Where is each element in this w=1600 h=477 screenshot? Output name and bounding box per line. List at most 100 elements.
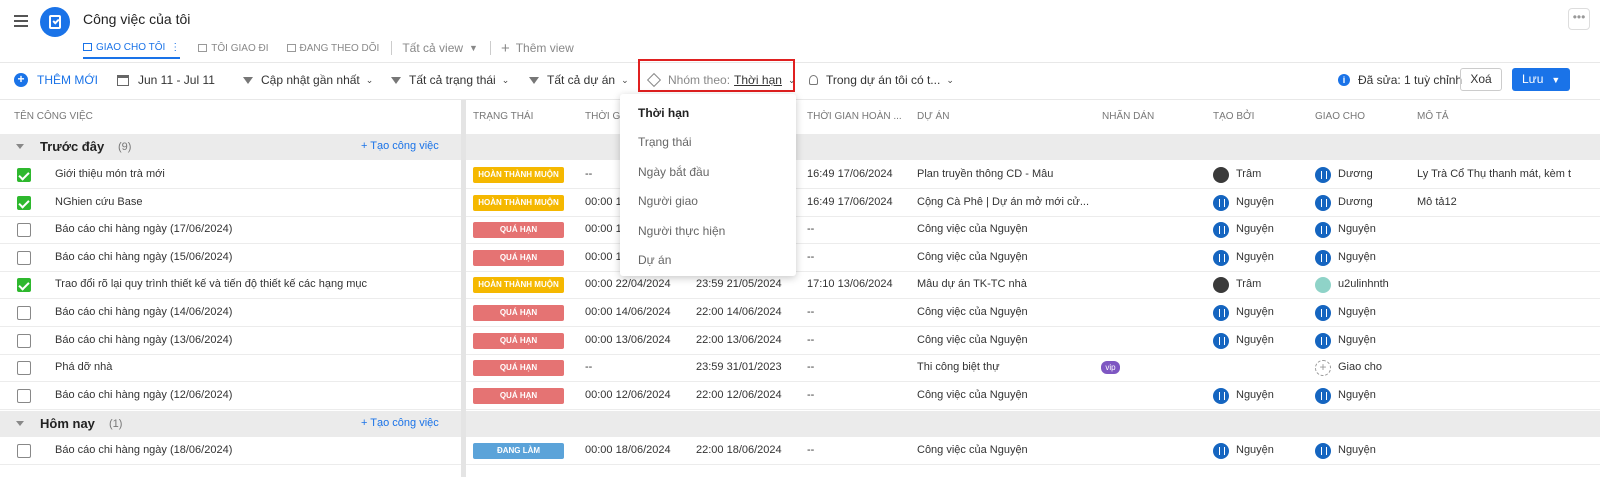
group-option-assigner[interactable]: Người giao <box>638 194 698 208</box>
group-option-assignee[interactable]: Người thực hiện <box>638 224 725 238</box>
create-task-link[interactable]: + Tạo công việc <box>361 417 439 429</box>
task-checkbox[interactable] <box>17 251 31 265</box>
assignee-name[interactable]: Nguyện <box>1338 223 1408 235</box>
task-name[interactable]: NGhien cứu Base <box>55 196 455 208</box>
creator-name[interactable]: Nguyện <box>1236 389 1306 401</box>
start-time[interactable]: -- <box>585 361 685 373</box>
kebab-icon[interactable]: ⋮ <box>170 42 180 53</box>
completed-time[interactable]: -- <box>807 223 907 235</box>
creator-name[interactable]: Nguyện <box>1236 444 1306 456</box>
task-name[interactable]: Báo cáo chi hàng ngày (14/06/2024) <box>55 306 455 318</box>
table-row[interactable]: Báo cáo chi hàng ngày (17/06/2024) QUÁ HẠ… <box>0 216 1600 244</box>
project-name[interactable]: Công việc của Nguyện <box>917 223 1093 235</box>
sort-dropdown[interactable]: Cập nhật gần nhất ⌄ <box>243 73 373 87</box>
project-name[interactable]: Mẫu dự án TK-TC nhà <box>917 278 1093 290</box>
creator-name[interactable]: Nguyện <box>1236 223 1306 235</box>
group-header-previous[interactable]: Trước đây (9) + Tạo công việc <box>0 134 1600 160</box>
project-name[interactable]: Công việc của Nguyện <box>917 334 1093 346</box>
status-badge[interactable]: QUÁ HẠN <box>473 333 564 349</box>
project-name[interactable]: Công việc của Nguyện <box>917 306 1093 318</box>
table-row[interactable]: Phá dỡ nhà QUÁ HẠN -- 23:59 31/01/2023 -- Thi… <box>0 354 1600 382</box>
task-checkbox[interactable] <box>17 444 31 458</box>
status-badge[interactable]: ĐANG LÀM <box>473 443 564 459</box>
task-checkbox[interactable] <box>17 278 31 292</box>
column-header-tags[interactable]: NHÃN DÁN <box>1102 111 1154 122</box>
description[interactable]: Mô tả12 <box>1417 196 1600 208</box>
task-checkbox[interactable] <box>17 196 31 210</box>
creator-name[interactable]: Nguyện <box>1236 306 1306 318</box>
assignee-name[interactable]: Nguyện <box>1338 334 1408 346</box>
status-badge[interactable]: QUÁ HẠN <box>473 388 564 404</box>
assignee-name[interactable]: Giao cho <box>1338 361 1408 373</box>
task-checkbox[interactable] <box>17 168 31 182</box>
assignee-name[interactable]: Nguyện <box>1338 306 1408 318</box>
more-options-button[interactable]: ••• <box>1568 8 1590 30</box>
project-name[interactable]: Công việc của Nguyện <box>917 444 1093 456</box>
menu-icon[interactable] <box>14 15 28 30</box>
status-filter-dropdown[interactable]: Tất cả trạng thái ⌄ <box>391 73 509 87</box>
group-option-deadline[interactable]: Thời hạn <box>638 106 689 120</box>
task-name[interactable]: Trao đổi rõ lại quy trình thiết kế và ti… <box>55 278 455 290</box>
start-time[interactable]: 00:00 22/04/2024 <box>585 278 685 290</box>
completed-time[interactable]: 16:49 17/06/2024 <box>807 168 907 180</box>
collapse-icon[interactable] <box>16 144 24 149</box>
assignee-name[interactable]: Dương <box>1338 168 1408 180</box>
task-checkbox[interactable] <box>17 361 31 375</box>
due-time[interactable]: 22:00 13/06/2024 <box>696 334 796 346</box>
project-name[interactable]: Thi công biệt thự <box>917 361 1093 373</box>
due-time[interactable]: 22:00 14/06/2024 <box>696 306 796 318</box>
group-by-dropdown[interactable]: Nhóm theo: Thời hạn ⌄ <box>646 72 796 88</box>
project-name[interactable]: Plan truyền thông CD - Mâu <box>917 168 1093 180</box>
save-button[interactable]: Lưu ▼ <box>1512 68 1570 91</box>
delete-button[interactable]: Xoá <box>1460 68 1502 91</box>
scope-dropdown[interactable]: Trong dự án tôi có t... ⌄ <box>809 73 954 87</box>
tag-badge[interactable]: vip <box>1101 361 1120 374</box>
tab-assigned-by-me[interactable]: TÔI GIAO ĐI <box>198 37 269 59</box>
project-filter-dropdown[interactable]: Tất cả dự án ⌄ <box>529 73 629 87</box>
assignee-name[interactable]: Dương <box>1338 196 1408 208</box>
start-time[interactable]: 00:00 13/06/2024 <box>585 334 685 346</box>
completed-time[interactable]: -- <box>807 444 907 456</box>
start-time[interactable]: 00:00 12/06/2024 <box>585 389 685 401</box>
assignee-name[interactable]: Nguyện <box>1338 444 1408 456</box>
column-header-status[interactable]: TRẠNG THÁI <box>473 111 533 122</box>
completed-time[interactable]: -- <box>807 334 907 346</box>
task-name[interactable]: Báo cáo chi hàng ngày (13/06/2024) <box>55 334 455 346</box>
column-header-completed[interactable]: THỜI GIAN HOÀN ... <box>807 111 902 122</box>
task-name[interactable]: Phá dỡ nhà <box>55 361 455 373</box>
due-time[interactable]: 22:00 18/06/2024 <box>696 444 796 456</box>
status-badge[interactable]: QUÁ HẠN <box>473 222 564 238</box>
due-time[interactable]: 22:00 12/06/2024 <box>696 389 796 401</box>
column-divider[interactable] <box>461 100 466 477</box>
completed-time[interactable]: -- <box>807 389 907 401</box>
table-row[interactable]: Báo cáo chi hàng ngày (18/06/2024) ĐANG L… <box>0 437 1600 465</box>
status-badge[interactable]: HOÀN THÀNH MUỘN <box>473 277 564 293</box>
table-row[interactable]: Báo cáo chi hàng ngày (13/06/2024) QUÁ HẠ… <box>0 327 1600 355</box>
table-row[interactable]: Báo cáo chi hàng ngày (14/06/2024) QUÁ HẠ… <box>0 299 1600 327</box>
create-task-link[interactable]: + Tạo công việc <box>361 140 439 152</box>
group-option-start-date[interactable]: Ngày bắt đầu <box>638 165 709 179</box>
tab-assigned-to-me[interactable]: GIAO CHO TÔI ⋮ <box>83 37 181 59</box>
start-time[interactable]: 00:00 18/06/2024 <box>585 444 685 456</box>
table-row[interactable]: NGhien cứu Base HOÀN THÀNH MUỘN 00:00 1 16:… <box>0 189 1600 217</box>
status-badge[interactable]: QUÁ HẠN <box>473 360 564 376</box>
task-name[interactable]: Giới thiệu món trà mới <box>55 168 455 180</box>
completed-time[interactable]: -- <box>807 361 907 373</box>
completed-time[interactable]: -- <box>807 251 907 263</box>
date-range-picker[interactable]: Jun 11 - Jul 11 <box>117 73 215 87</box>
table-row[interactable]: Báo cáo chi hàng ngày (12/06/2024) QUÁ HẠ… <box>0 382 1600 410</box>
group-header-today[interactable]: Hôm nay (1) + Tạo công việc <box>0 411 1600 437</box>
assignee-name[interactable]: Nguyện <box>1338 251 1408 263</box>
status-badge[interactable]: QUÁ HẠN <box>473 305 564 321</box>
status-badge[interactable]: QUÁ HẠN <box>473 250 564 266</box>
creator-name[interactable]: Nguyện <box>1236 334 1306 346</box>
column-header-assignee[interactable]: GIAO CHO <box>1315 111 1365 122</box>
add-assignee-icon[interactable]: + <box>1315 360 1331 376</box>
creator-name[interactable]: Trâm <box>1236 168 1306 180</box>
collapse-icon[interactable] <box>16 421 24 426</box>
group-option-project[interactable]: Dự án <box>638 253 671 267</box>
table-row[interactable]: Báo cáo chi hàng ngày (15/06/2024) QUÁ HẠ… <box>0 244 1600 272</box>
creator-name[interactable]: Nguyện <box>1236 251 1306 263</box>
task-name[interactable]: Báo cáo chi hàng ngày (18/06/2024) <box>55 444 455 456</box>
table-row[interactable]: Trao đổi rõ lại quy trình thiết kế và ti… <box>0 271 1600 299</box>
